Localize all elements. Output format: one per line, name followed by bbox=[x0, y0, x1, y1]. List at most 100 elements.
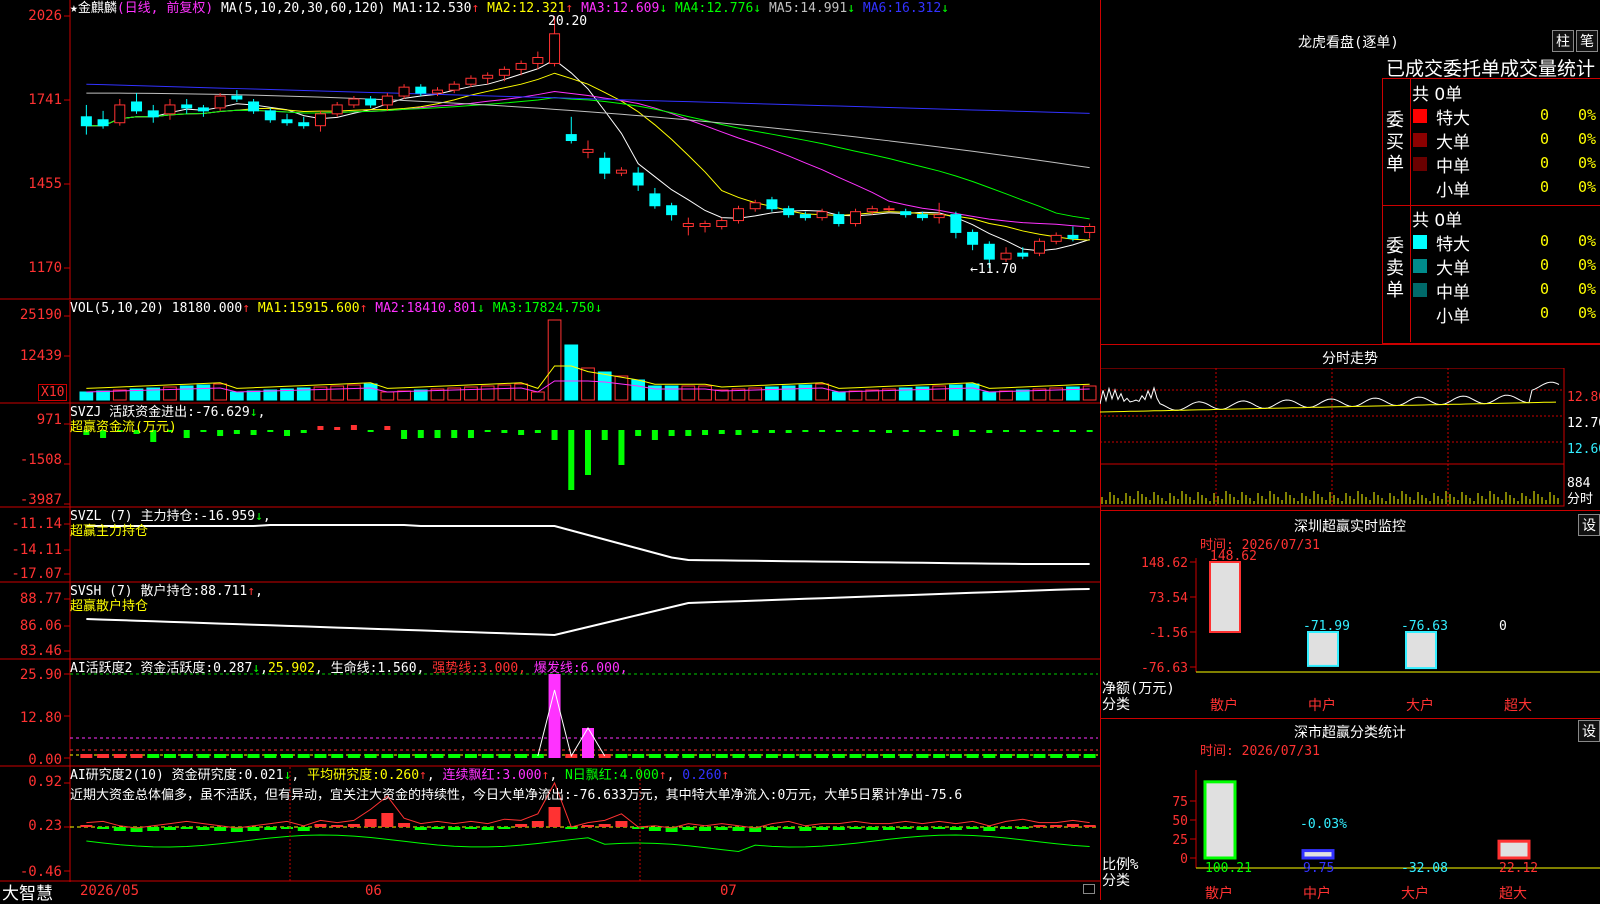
research-bar bbox=[448, 827, 461, 830]
activity-bar bbox=[197, 754, 210, 758]
order-pct: 0% bbox=[1578, 304, 1597, 322]
ai-research-panel[interactable] bbox=[0, 767, 1100, 882]
flow-bar bbox=[601, 430, 608, 440]
research-bar bbox=[214, 827, 227, 831]
ai-activity-header: AI活跃度2 资金活跃度:0.287↓,25.902, 生命线:1.560, 强… bbox=[70, 661, 628, 676]
activity-bar bbox=[1066, 754, 1079, 758]
volume-bar bbox=[781, 385, 796, 401]
svzj-label: SVZJ bbox=[70, 405, 102, 420]
order-count: 0 bbox=[1540, 304, 1550, 322]
ratio-value: 22.12 bbox=[1499, 861, 1538, 876]
flow-bar bbox=[969, 430, 976, 432]
monitor-settings-button[interactable]: 设 bbox=[1578, 514, 1600, 536]
period-label[interactable]: (日线, 前复权) bbox=[117, 1, 213, 16]
activity-bar bbox=[347, 754, 360, 758]
order-swatch bbox=[1413, 283, 1427, 297]
intraday-vol-value: 884 bbox=[1567, 476, 1591, 491]
svzj-y-tick: -1508 bbox=[19, 452, 62, 468]
volume-bar bbox=[330, 385, 345, 401]
flow-bar bbox=[852, 430, 859, 432]
activity-bar bbox=[882, 754, 895, 758]
intraday-chart[interactable] bbox=[1100, 368, 1600, 508]
stock-name[interactable]: 金麒麟 bbox=[78, 1, 117, 16]
candle-body bbox=[448, 83, 460, 91]
vol-arrow: ↑ bbox=[242, 301, 251, 316]
ai1-v5: 6.000 bbox=[580, 661, 620, 676]
activity-bar bbox=[281, 754, 294, 758]
intraday-header-line bbox=[1100, 344, 1600, 345]
kline-panel[interactable] bbox=[0, 0, 1100, 300]
ai1-v3: 1.560 bbox=[377, 661, 417, 676]
activity-bar bbox=[414, 754, 427, 758]
flow-bar bbox=[467, 430, 474, 438]
classify-header-line bbox=[1100, 718, 1600, 719]
ai2-y-tick: 0.92 bbox=[28, 774, 62, 790]
classify-settings-button[interactable]: 设 bbox=[1578, 720, 1600, 742]
lock-icon[interactable] bbox=[1083, 884, 1095, 894]
svsh-sub: 超赢散户持仓 bbox=[70, 599, 149, 614]
flow-bar bbox=[718, 430, 725, 434]
flow-bar bbox=[752, 430, 759, 433]
comma: , bbox=[314, 661, 323, 676]
candle-body bbox=[1050, 234, 1062, 242]
order-count: 0 bbox=[1540, 178, 1550, 196]
classify-ylabel: 比例% bbox=[1102, 857, 1139, 873]
order-pct: 0% bbox=[1578, 130, 1597, 148]
activity-bar bbox=[548, 674, 561, 758]
candle-body bbox=[666, 205, 678, 216]
activity-bar bbox=[1050, 754, 1063, 758]
volume-bar bbox=[96, 390, 110, 401]
ai-activity-chart[interactable] bbox=[0, 660, 1100, 767]
research-bar bbox=[281, 827, 294, 829]
research-bar bbox=[882, 827, 895, 830]
monitor-xlabel: 分类 bbox=[1102, 697, 1130, 713]
category-label: 中户 bbox=[1303, 885, 1331, 900]
net-amount-value: 0 bbox=[1499, 619, 1507, 634]
svsh-y-tick: 83.46 bbox=[19, 643, 62, 659]
research-bar bbox=[364, 819, 377, 827]
volume-header: VOL(5,10,20) 18180.000↑ MA1:15915.600↑ M… bbox=[70, 301, 602, 316]
classify-chart[interactable]: 75 50 25 0 100.21 散户 9.75 中户 -32.08 大户 22.12 超大 -0.0… bbox=[1100, 740, 1600, 900]
activity-bar bbox=[899, 754, 912, 758]
research-bar bbox=[648, 827, 661, 831]
research-bar bbox=[615, 821, 628, 827]
activity-bar bbox=[331, 754, 344, 758]
research-bar bbox=[933, 827, 946, 829]
ai2-v3: 3.000 bbox=[502, 768, 542, 783]
flow-bar bbox=[518, 430, 525, 435]
order-count: 0 bbox=[1540, 154, 1550, 172]
app-logo[interactable]: 大智慧 bbox=[2, 879, 53, 904]
ma5-label: MA5: bbox=[768, 1, 801, 16]
flow-bar bbox=[919, 430, 926, 432]
candle-body bbox=[1017, 252, 1029, 257]
vol-unit-badge: X10 bbox=[38, 384, 68, 401]
candle-body bbox=[532, 57, 544, 64]
activity-line bbox=[537, 689, 606, 758]
column-button[interactable]: 柱 bbox=[1552, 30, 1574, 52]
research-bar bbox=[97, 827, 110, 829]
order-swatch bbox=[1413, 133, 1427, 147]
research-bar bbox=[431, 827, 444, 829]
monitor-chart[interactable]: 148.62 73.54 -1.56 -76.63 148.62 散户 -71.99 中户 -7… bbox=[1100, 538, 1600, 718]
vol-ma2-arrow: ↓ bbox=[477, 301, 485, 316]
kline-chart[interactable] bbox=[0, 0, 1100, 300]
monitor-y-tick: -1.56 bbox=[1149, 626, 1188, 641]
ai-research-chart[interactable] bbox=[0, 767, 1100, 882]
activity-bar bbox=[381, 754, 394, 758]
research-bar bbox=[816, 827, 829, 830]
ai2-v2: 0.260 bbox=[379, 768, 420, 783]
research-bar bbox=[1050, 825, 1063, 827]
buy-total: 共 0单 bbox=[1412, 85, 1463, 105]
tick-button[interactable]: 笔 bbox=[1576, 30, 1598, 52]
flow-bar bbox=[334, 427, 341, 430]
research-bar bbox=[866, 827, 879, 830]
ma1-label: MA1: bbox=[393, 1, 425, 16]
ai1-y-tick: 25.90 bbox=[19, 667, 62, 683]
ai-activity-panel[interactable] bbox=[0, 660, 1100, 767]
candle-body bbox=[916, 214, 928, 219]
activity-bar bbox=[832, 754, 845, 758]
candle-body bbox=[682, 223, 694, 227]
vol-ma2-label: MA2: bbox=[375, 301, 407, 316]
research-bar bbox=[264, 827, 277, 830]
activity-bar bbox=[1000, 754, 1013, 758]
